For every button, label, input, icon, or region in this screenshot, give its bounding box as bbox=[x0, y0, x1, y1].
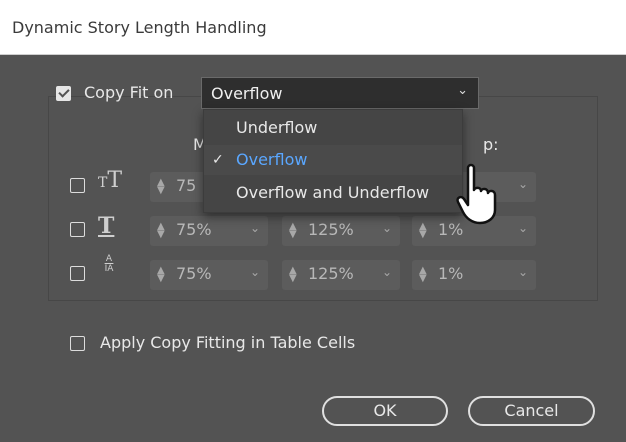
stepper-arrows-icon: ▲ ▼ bbox=[289, 265, 297, 284]
tracking-max-stepper[interactable]: ▲ ▼ 125% ⌄ bbox=[282, 260, 400, 290]
menu-item-overflow[interactable]: ✓ Overflow bbox=[204, 145, 462, 175]
tracking-min-stepper[interactable]: ▲ ▼ 75% ⌄ bbox=[150, 260, 268, 290]
tracking-icon-top: A bbox=[105, 254, 113, 264]
dialog-title: Dynamic Story Length Handling bbox=[12, 18, 267, 37]
stepper-arrows-icon: ▲ ▼ bbox=[289, 221, 297, 240]
leading-checkbox[interactable] bbox=[70, 222, 85, 237]
menu-item-overflow-label: Overflow bbox=[236, 150, 308, 169]
stepper-arrows-icon: ▲ ▼ bbox=[157, 221, 165, 240]
leading-max-value: 125% bbox=[308, 220, 354, 239]
leading-min-value: 75% bbox=[176, 220, 212, 239]
ok-button[interactable]: OK bbox=[322, 396, 448, 426]
font-size-min-value: 75 bbox=[176, 176, 197, 195]
chevron-down-icon: ⌄ bbox=[457, 83, 468, 98]
copy-fit-select-value: Overflow bbox=[211, 84, 283, 103]
table-cells-checkbox[interactable] bbox=[70, 336, 85, 351]
menu-item-underflow[interactable]: Underflow bbox=[204, 113, 462, 143]
chevron-down-icon: ⌄ bbox=[381, 221, 392, 235]
copy-fit-dropdown-menu: Underflow ✓ Overflow Overflow and Underf… bbox=[203, 109, 463, 213]
chevron-down-icon: ⌄ bbox=[517, 221, 528, 235]
chevron-down-icon: ⌄ bbox=[381, 265, 392, 279]
tracking-icon-bottom: IA bbox=[104, 264, 114, 274]
leading-min-stepper[interactable]: ▲ ▼ 75% ⌄ bbox=[150, 216, 268, 246]
stepper-arrows-icon: ▲ ▼ bbox=[157, 177, 165, 196]
mouse-pointer-icon bbox=[456, 163, 497, 225]
chevron-down-icon: ⌄ bbox=[517, 265, 528, 279]
tracking-max-value: 125% bbox=[308, 264, 354, 283]
chevron-down-icon: ⌄ bbox=[249, 265, 260, 279]
tracking-checkbox[interactable] bbox=[70, 266, 85, 281]
copy-fit-label: Copy Fit on bbox=[84, 83, 174, 102]
checkmark-icon: ✓ bbox=[212, 152, 224, 168]
leading-icon: T bbox=[98, 213, 115, 239]
table-cells-label: Apply Copy Fitting in Table Cells bbox=[100, 333, 356, 352]
font-size-checkbox[interactable] bbox=[70, 178, 85, 193]
copy-fit-checkbox[interactable] bbox=[56, 86, 71, 101]
stepper-arrows-icon: ▲ ▼ bbox=[419, 265, 427, 284]
stepper-arrows-icon: ▲ ▼ bbox=[157, 265, 165, 284]
tracking-step-stepper[interactable]: ▲ ▼ 1% ⌄ bbox=[412, 260, 536, 290]
menu-item-overflow-and-underflow[interactable]: Overflow and Underflow bbox=[204, 178, 462, 208]
copy-fit-select[interactable]: Overflow ⌄ bbox=[201, 77, 479, 109]
tracking-step-value: 1% bbox=[438, 264, 464, 283]
stepper-arrows-icon: ▲ ▼ bbox=[419, 221, 427, 240]
title-bar: Dynamic Story Length Handling bbox=[0, 0, 626, 55]
leading-max-stepper[interactable]: ▲ ▼ 125% ⌄ bbox=[282, 216, 400, 246]
tracking-min-value: 75% bbox=[176, 264, 212, 283]
chevron-down-icon: ⌄ bbox=[249, 221, 260, 235]
tracking-icon: A IA bbox=[101, 254, 117, 274]
step-column-header: p: bbox=[483, 135, 499, 154]
cancel-button[interactable]: Cancel bbox=[468, 396, 595, 426]
font-size-icon: TT bbox=[98, 168, 123, 193]
chevron-down-icon: ⌄ bbox=[517, 177, 528, 191]
